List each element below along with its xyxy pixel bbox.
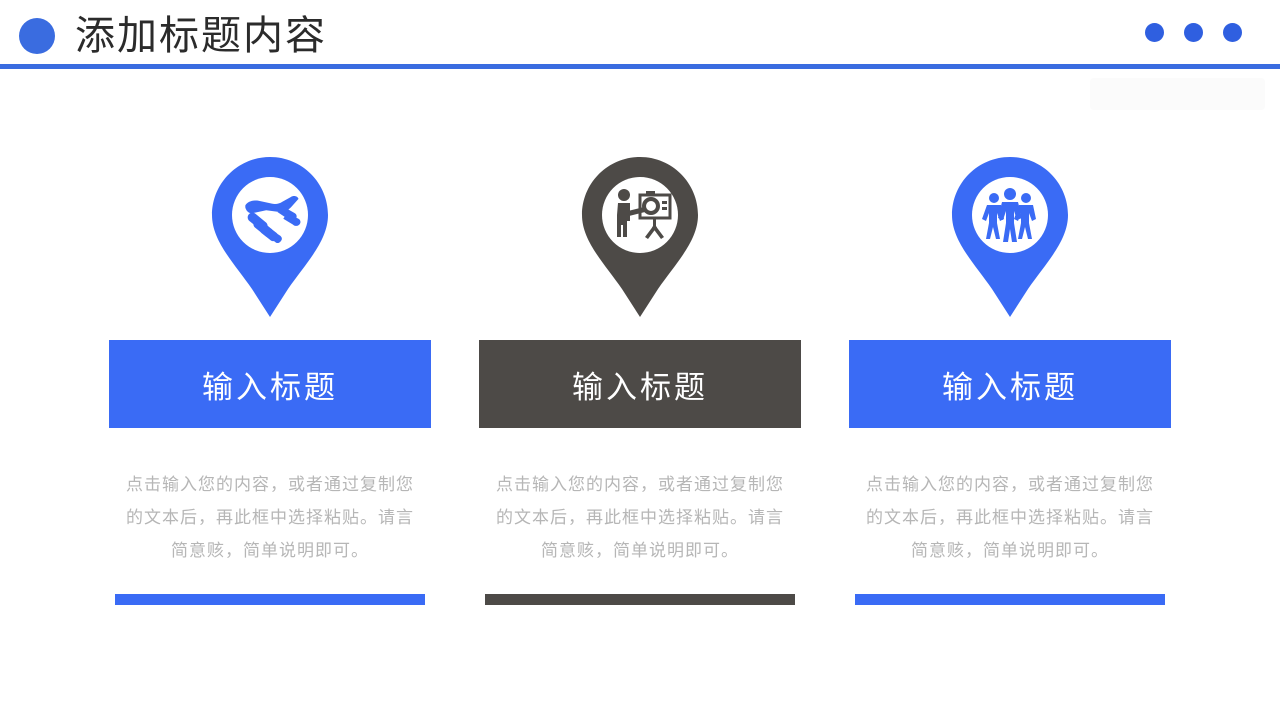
header-dot-1[interactable] (1145, 23, 1164, 42)
slide-header: 添加标题内容 (0, 0, 1280, 70)
group-people-pin-icon[interactable] (946, 155, 1074, 325)
column-rule-3 (855, 594, 1165, 605)
column-rule-1 (115, 594, 425, 605)
watermark (1090, 78, 1265, 110)
content-columns: 输入标题 点击输入您的内容，或者通过复制您的文本后，再此框中选择粘贴。请言简意赅… (0, 155, 1280, 605)
header-dot-3[interactable] (1223, 23, 1242, 42)
content-column-3: 输入标题 点击输入您的内容，或者通过复制您的文本后，再此框中选择粘贴。请言简意赅… (849, 155, 1171, 605)
column-body-1: 点击输入您的内容，或者通过复制您的文本后，再此框中选择粘贴。请言简意赅，简单说明… (126, 475, 414, 560)
header-dot-2[interactable] (1184, 23, 1203, 42)
column-title-1[interactable]: 输入标题 (109, 340, 431, 428)
presenter-board-pin-icon[interactable] (576, 155, 704, 325)
content-column-2: 输入标题 点击输入您的内容，或者通过复制您的文本后，再此框中选择粘贴。请言简意赅… (479, 155, 801, 605)
page-title: 添加标题内容 (75, 13, 327, 58)
header-divider (0, 64, 1280, 69)
column-body-3: 点击输入您的内容，或者通过复制您的文本后，再此框中选择粘贴。请言简意赅，简单说明… (866, 475, 1154, 560)
content-column-1: 输入标题 点击输入您的内容，或者通过复制您的文本后，再此框中选择粘贴。请言简意赅… (109, 155, 431, 605)
column-title-2[interactable]: 输入标题 (479, 340, 801, 428)
column-body-2: 点击输入您的内容，或者通过复制您的文本后，再此框中选择粘贴。请言简意赅，简单说明… (496, 475, 784, 560)
header-dots-group (1145, 23, 1242, 42)
circle-bullet-icon (19, 18, 55, 54)
column-rule-2 (485, 594, 795, 605)
handshake-pin-icon[interactable] (206, 155, 334, 325)
column-title-3[interactable]: 输入标题 (849, 340, 1171, 428)
